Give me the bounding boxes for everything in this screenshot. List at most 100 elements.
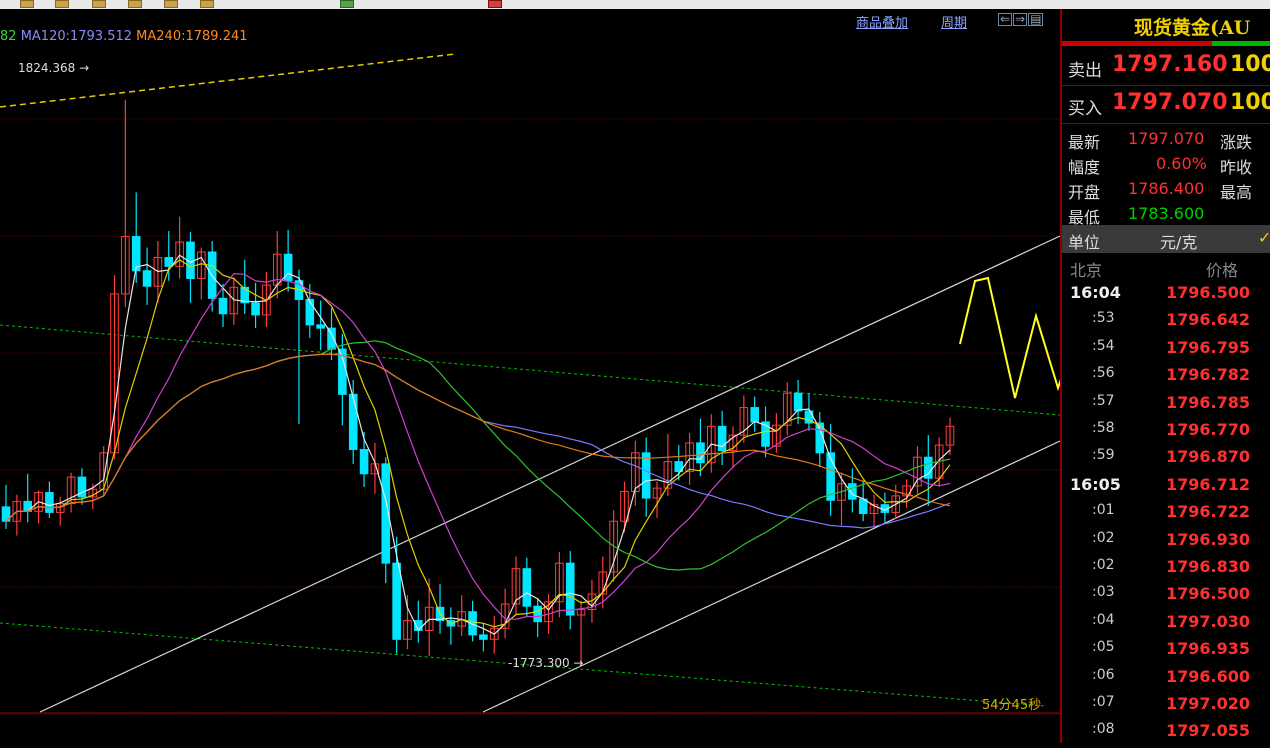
check-icon: ✓ (1258, 228, 1270, 247)
chart-canvas (0, 53, 1060, 715)
sell-label: 卖出 (1068, 61, 1102, 81)
chart-window-buttons: ⇐ ⇒ ▤ (998, 12, 1044, 26)
tick-time: :07 (1092, 694, 1115, 710)
ma-line-green (5, 340, 951, 571)
tick-price: 1797.020 (1166, 694, 1251, 713)
tick-time: :08 (1092, 721, 1115, 738)
ma240-line (5, 353, 951, 522)
ma120-line (5, 353, 951, 529)
toolbar-button-4[interactable] (128, 0, 142, 8)
candle-body (522, 568, 532, 607)
tick-row: :02 1796.830 (1062, 557, 1270, 584)
candle-body (696, 442, 705, 464)
sell-price: 1797.160 (1112, 52, 1228, 77)
tick-row: :56 1796.782 (1062, 365, 1270, 392)
tick-price: 1796.795 (1166, 337, 1251, 357)
top-toolbar (0, 0, 1270, 9)
tick-price: 1796.642 (1166, 310, 1251, 330)
tick-time: :06 (1092, 666, 1115, 683)
tick-price: 1796.500 (1166, 283, 1251, 302)
moving-average-legend: 82 MA120:1793.512 MA240:1789.241 (0, 29, 248, 44)
tick-price: 1796.712 (1166, 474, 1251, 494)
toolbar-button-5[interactable] (164, 0, 178, 8)
instrument-title: 现货黄金(AU (1134, 17, 1251, 39)
quote-panel: 现货黄金(AU 卖出 1797.160 100 买入 1797.070 100 … (1060, 9, 1270, 743)
tick-time: :53 (1092, 310, 1115, 327)
toolbar-button-6[interactable] (200, 0, 214, 8)
period-link[interactable]: 周期 (941, 12, 967, 31)
projection-zigzag (959, 276, 1060, 399)
candlestick-chart[interactable] (0, 9, 1060, 743)
tick-price: 1796.500 (1166, 584, 1251, 604)
candle-body (641, 452, 651, 499)
buy-price: 1797.070 (1112, 90, 1228, 115)
tick-price: 1796.770 (1166, 420, 1251, 439)
candle-body (793, 392, 803, 412)
ma-line-magenta (5, 272, 951, 620)
unit-value: 元/克 (1160, 233, 1198, 252)
tick-time: :05 (1092, 639, 1115, 656)
toolbar-button-3[interactable] (92, 0, 106, 8)
tick-time: :04 (1092, 611, 1115, 628)
candle-body (45, 492, 54, 513)
tick-time-header: 北京 (1070, 261, 1103, 280)
tick-row: :06 1796.600 (1062, 667, 1270, 694)
overlay-link[interactable]: 商品叠加 (856, 12, 908, 31)
ma-line-white (5, 254, 951, 635)
stat-label-range: 幅度 (1068, 158, 1101, 177)
candle-body (131, 236, 141, 272)
stat-label-change: 涨跌 (1220, 133, 1253, 152)
tick-row: :57 1796.785 (1062, 393, 1270, 420)
stat-value-open: 1786.400 (1128, 179, 1205, 198)
toolbar-button-2[interactable] (55, 0, 69, 8)
candle-body (316, 324, 325, 329)
tick-time: :54 (1092, 337, 1115, 354)
candle-body (305, 298, 315, 326)
stat-value-low: 1783.600 (1128, 204, 1205, 223)
shift-right-icon[interactable]: ⇒ (1013, 13, 1028, 26)
candle-body (565, 562, 575, 616)
sell-row[interactable]: 卖出 1797.160 100 (1062, 49, 1270, 86)
candle-body (359, 449, 369, 475)
tick-row: 16:04 1796.500 (1062, 283, 1270, 310)
buy-volume: 100 (1230, 90, 1270, 115)
maximize-icon[interactable]: ▤ (1028, 13, 1044, 26)
candle-body (533, 605, 542, 623)
toolbar-button-1[interactable] (20, 0, 34, 8)
tick-time: :03 (1092, 584, 1115, 601)
unit-row[interactable]: 单位 元/克 ✓ (1062, 225, 1270, 253)
tick-row: :58 1796.770 (1062, 420, 1270, 447)
tick-row: :07 1797.020 (1062, 694, 1270, 721)
title-color-bar (1062, 41, 1270, 46)
tick-time: :59 (1092, 447, 1115, 464)
ma-fragment: 82 (0, 29, 17, 44)
tick-row: :59 1796.870 (1062, 447, 1270, 474)
channel-upper (39, 235, 1060, 713)
tick-time: :02 (1092, 557, 1115, 573)
tick-price: 1796.930 (1166, 529, 1251, 549)
tick-row: :03 1796.500 (1062, 584, 1270, 611)
shift-left-icon[interactable]: ⇐ (998, 13, 1013, 26)
toolbar-button-8[interactable] (488, 0, 502, 8)
tick-time: :56 (1092, 365, 1115, 382)
tick-row: :54 1796.795 (1062, 338, 1270, 365)
tick-time: :57 (1092, 392, 1115, 409)
toolbar-button-7[interactable] (340, 0, 354, 8)
candle-body (479, 634, 488, 640)
candle-body (348, 393, 358, 451)
tick-price: 1796.722 (1166, 502, 1251, 522)
candle-body (142, 270, 152, 287)
buy-row[interactable]: 买入 1797.070 100 (1062, 87, 1270, 124)
candle-body (218, 297, 228, 315)
tick-price: 1796.830 (1166, 557, 1251, 576)
stat-label-open: 开盘 (1068, 183, 1101, 202)
tick-time: :01 (1092, 502, 1115, 519)
ma-line-yellow (5, 259, 951, 628)
tick-price: 1797.030 (1166, 611, 1251, 631)
candle-body (392, 562, 401, 640)
tick-row: :01 1796.722 (1062, 502, 1270, 529)
countdown-timer: 54分45秒 (982, 698, 1042, 713)
tick-price: 1796.785 (1166, 392, 1251, 412)
tick-row: :05 1796.935 (1062, 639, 1270, 666)
candle-body (251, 302, 260, 316)
